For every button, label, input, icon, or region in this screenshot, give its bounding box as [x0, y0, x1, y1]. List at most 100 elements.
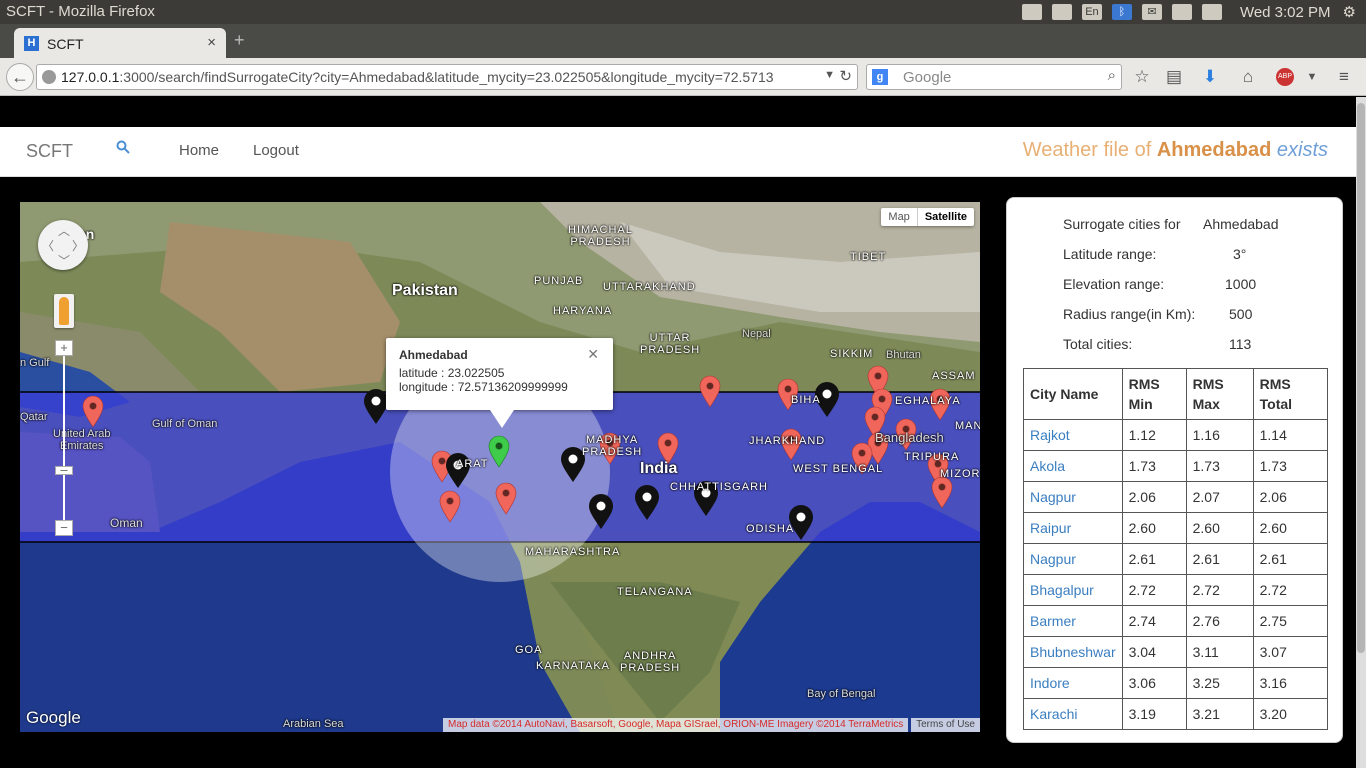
- rms-total-cell: 3.20: [1252, 698, 1328, 730]
- rms-max-cell: 2.60: [1185, 512, 1254, 544]
- pan-down-icon[interactable]: ﹀: [58, 252, 70, 269]
- zoom-in-button[interactable]: +: [55, 340, 73, 356]
- adblock-icon[interactable]: ABP: [1276, 68, 1294, 86]
- map-attribution: Map data ©2014 AutoNavi, Basarsoft, Goog…: [443, 718, 909, 732]
- new-tab-icon[interactable]: +: [234, 30, 245, 51]
- network-icon[interactable]: [1051, 4, 1072, 20]
- map-label-karnataka: KARNATAKA: [536, 660, 610, 672]
- city-link[interactable]: Karachi: [1030, 706, 1077, 722]
- google-map[interactable]: Pakistan India HIMACHAL PRADESH PUNJAB U…: [20, 202, 980, 732]
- map-label-sikkim: SIKKIM: [830, 348, 874, 360]
- city-cell: Raipur: [1023, 512, 1123, 544]
- rms-total-cell: 3.07: [1252, 636, 1328, 668]
- terms-of-use-link[interactable]: Terms of Use: [911, 718, 980, 732]
- bluetooth-icon[interactable]: ᛒ: [1111, 4, 1132, 20]
- google-logo[interactable]: Google: [26, 708, 81, 728]
- navigation-bar: ← 127.0.0.1:3000/search/findSurrogateCit…: [0, 58, 1366, 96]
- city-link[interactable]: Akola: [1030, 458, 1065, 474]
- city-link[interactable]: Bhubneshwar: [1030, 644, 1116, 660]
- map-type-satellite-button[interactable]: Satellite: [916, 208, 974, 226]
- city-link[interactable]: Barmer: [1030, 613, 1076, 629]
- reading-list-icon[interactable]: ▤: [1162, 65, 1186, 89]
- bookmark-star-icon[interactable]: ☆: [1130, 65, 1154, 89]
- map-label-manipur: MAN: [955, 420, 980, 432]
- pan-up-icon[interactable]: ︿: [58, 222, 70, 239]
- map-label-west-bengal: WEST BENGAL: [793, 463, 884, 475]
- map-label-bangladesh: Bangladesh: [875, 430, 944, 445]
- tab-strip: H SCFT × +: [0, 24, 1366, 58]
- scrollbar-thumb[interactable]: [1357, 103, 1365, 653]
- close-icon[interactable]: ✕: [587, 346, 599, 363]
- drive-icon[interactable]: [1021, 4, 1042, 20]
- zoom-out-button[interactable]: −: [55, 520, 73, 536]
- info-window-longitude: longitude : 72.57136209999999: [399, 380, 568, 394]
- pan-control[interactable]: ︿ ﹀ 〈 〉: [38, 220, 88, 270]
- rms-max-cell: 3.11: [1185, 636, 1254, 668]
- radius-range-label: Radius range(in Km):: [1063, 306, 1196, 322]
- map-type-map-button[interactable]: Map: [881, 208, 916, 226]
- column-header-rms-total: RMS Total: [1252, 368, 1328, 420]
- volume-icon[interactable]: [1201, 4, 1222, 20]
- clock[interactable]: Wed 3:02 PM: [1240, 4, 1331, 21]
- surrogate-label: Surrogate cities for: [1063, 216, 1181, 232]
- rms-total-cell: 2.61: [1252, 543, 1328, 575]
- url-dropdown-icon[interactable]: ▼: [824, 69, 835, 81]
- latitude-range-value: 3°: [1233, 246, 1247, 262]
- url-bar[interactable]: 127.0.0.1:3000/search/findSurrogateCity?…: [36, 64, 858, 90]
- city-cell: Rajkot: [1023, 419, 1123, 451]
- city-link[interactable]: Rajkot: [1030, 427, 1070, 443]
- zoom-slider-handle[interactable]: –: [55, 463, 73, 476]
- city-link[interactable]: Bhagalpur: [1030, 582, 1094, 598]
- mail-icon[interactable]: ✉: [1141, 4, 1162, 20]
- nav-home-link[interactable]: Home: [179, 142, 219, 159]
- nav-logout-link[interactable]: Logout: [253, 142, 299, 159]
- search-magnifier-icon[interactable]: ⌕: [1108, 67, 1116, 84]
- weather-prefix: Weather file of: [1022, 139, 1157, 161]
- zoom-track[interactable]: [63, 352, 65, 528]
- city-link[interactable]: Indore: [1030, 675, 1070, 691]
- adblock-dropdown-icon[interactable]: ▼: [1300, 65, 1324, 89]
- map-label-mizoram: MIZORA: [940, 468, 980, 480]
- rms-max-cell: 3.25: [1185, 667, 1254, 699]
- table-row: Indore 3.06 3.25 3.16: [1023, 667, 1328, 699]
- table-row: Akola 1.73 1.73 1.73: [1023, 450, 1328, 482]
- weather-status: Weather file of Ahmedabad exists: [1023, 139, 1328, 162]
- system-tray: En ᛒ ✉ Wed 3:02 PM ⚙: [1021, 3, 1356, 21]
- search-icon[interactable]: [116, 140, 130, 159]
- rms-max-cell: 2.07: [1185, 481, 1254, 513]
- reload-icon[interactable]: ↻: [839, 67, 852, 85]
- rms-total-cell: 2.06: [1252, 481, 1328, 513]
- back-button[interactable]: ←: [6, 63, 34, 91]
- downloads-icon[interactable]: ⬇: [1198, 65, 1222, 89]
- city-link[interactable]: Raipur: [1030, 520, 1071, 536]
- table-row: Raipur 2.60 2.60 2.60: [1023, 512, 1328, 544]
- home-icon[interactable]: ⌂: [1236, 65, 1260, 89]
- pan-left-icon[interactable]: 〈: [42, 237, 54, 254]
- map-label-bihar: BIHA: [791, 394, 821, 406]
- map-label-tripura: TRIPURA: [904, 451, 960, 463]
- keyboard-layout-indicator[interactable]: En: [1081, 4, 1102, 20]
- url-path: :3000/search/findSurrogateCity?city=Ahme…: [119, 69, 774, 85]
- city-cell: Indore: [1023, 667, 1123, 699]
- rms-total-cell: 1.73: [1252, 450, 1328, 482]
- brand[interactable]: SCFT: [26, 141, 73, 162]
- city-cell: Akola: [1023, 450, 1123, 482]
- battery-icon[interactable]: [1171, 4, 1192, 20]
- close-tab-icon[interactable]: ×: [207, 34, 216, 51]
- pan-right-icon[interactable]: 〉: [72, 237, 84, 254]
- rms-min-cell: 1.12: [1121, 419, 1187, 451]
- window-title: SCFT - Mozilla Firefox: [6, 3, 155, 20]
- map-label-tibet: TIBET: [850, 251, 887, 263]
- google-search-engine-icon[interactable]: g: [872, 69, 888, 85]
- browser-tab[interactable]: H SCFT ×: [14, 28, 226, 58]
- settings-gear-icon[interactable]: ⚙: [1343, 3, 1356, 21]
- street-view-pegman-icon[interactable]: [54, 294, 74, 328]
- city-cell: Bhagalpur: [1023, 574, 1123, 606]
- table-row: Nagpur 2.61 2.61 2.61: [1023, 543, 1328, 575]
- city-link[interactable]: Nagpur: [1030, 551, 1076, 567]
- rms-min-cell: 3.19: [1121, 698, 1187, 730]
- menu-icon[interactable]: ≡: [1332, 65, 1356, 89]
- surrogate-value: Ahmedabad: [1203, 216, 1279, 232]
- city-link[interactable]: Nagpur: [1030, 489, 1076, 505]
- search-box[interactable]: g Google ⌕: [866, 64, 1122, 90]
